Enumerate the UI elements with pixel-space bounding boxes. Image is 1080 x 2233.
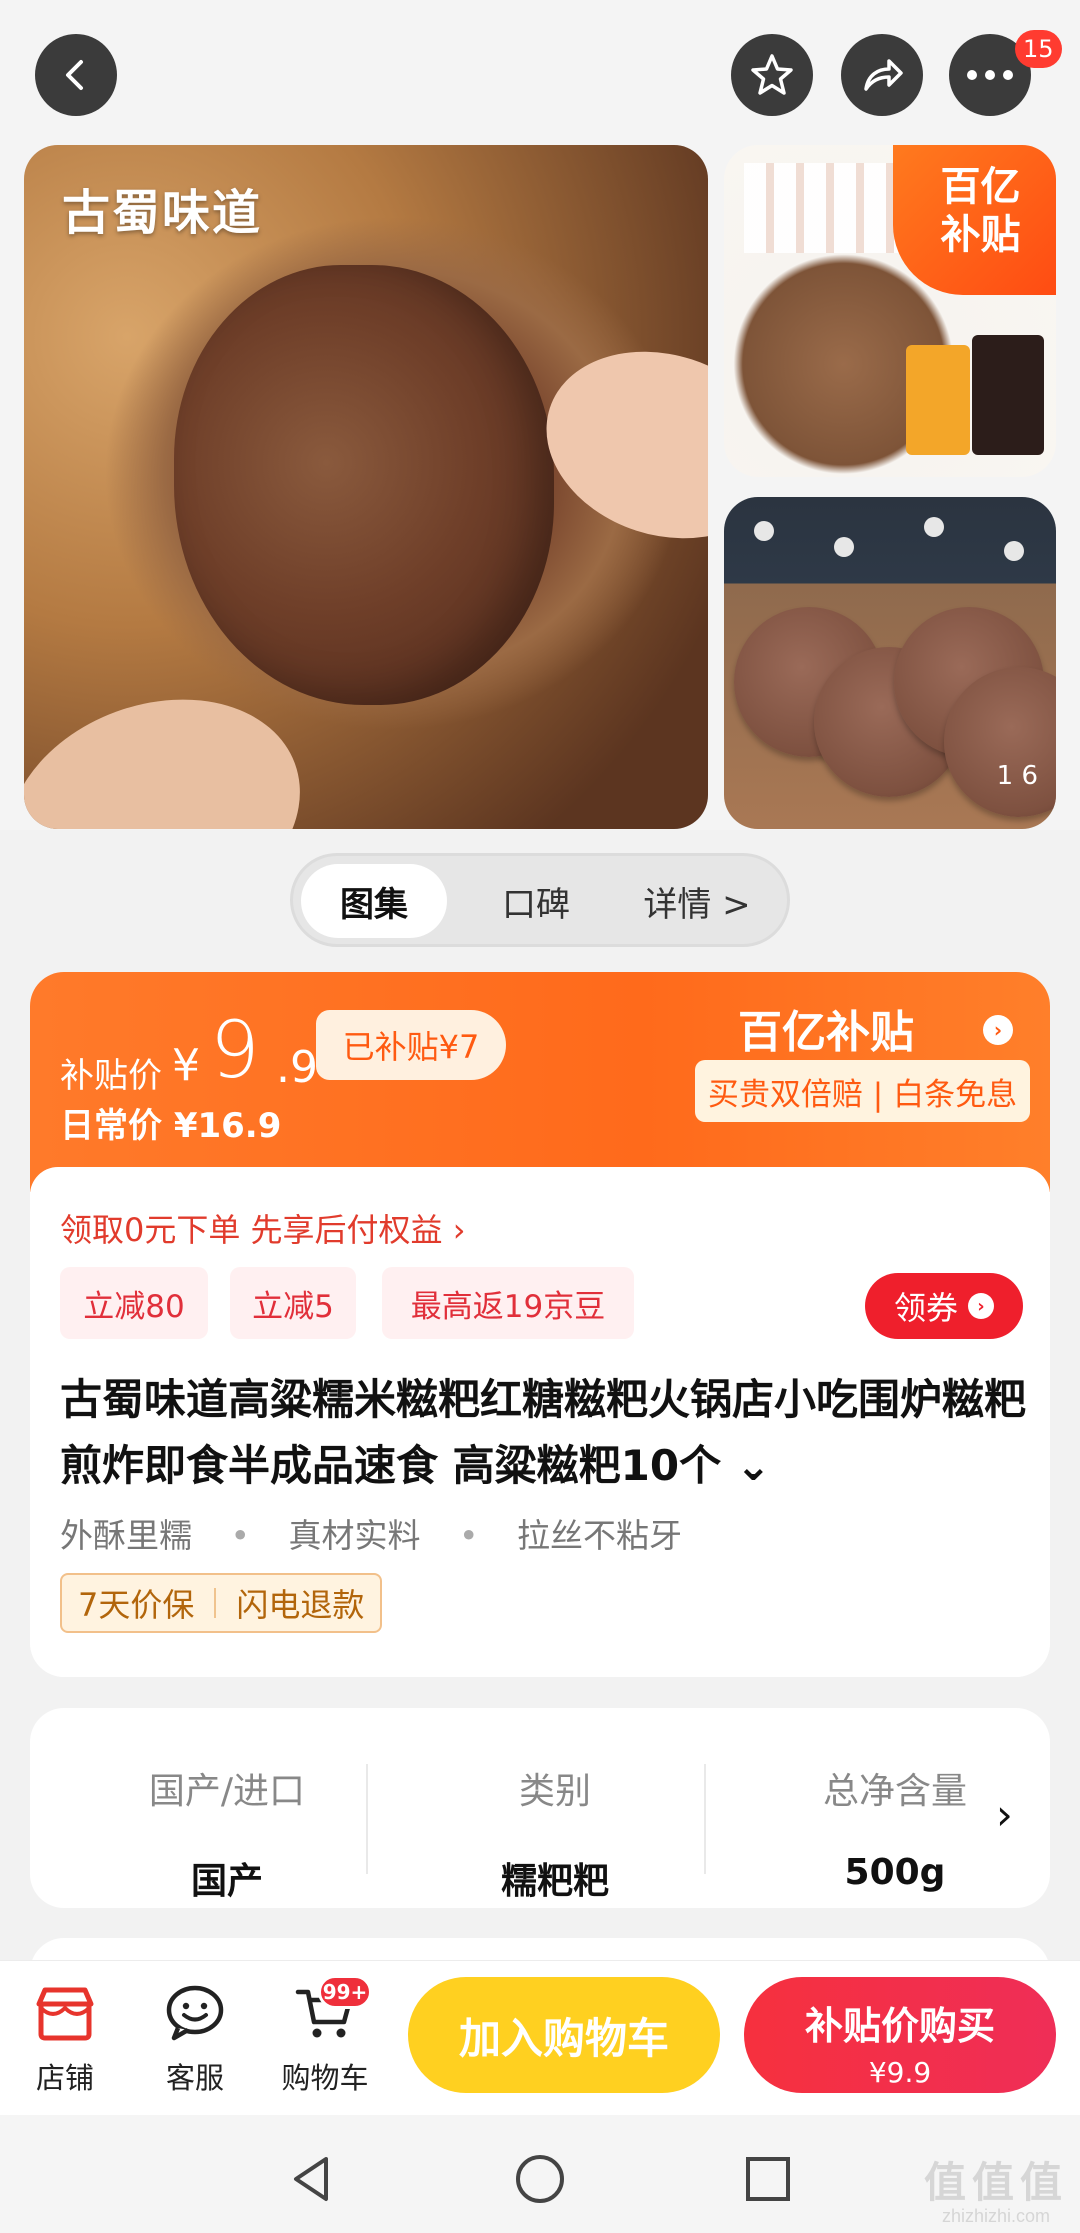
- cart-label: 购物车: [281, 2061, 369, 2095]
- feature-separator: •: [458, 1516, 479, 1555]
- customer-service-button[interactable]: 客服: [140, 1979, 250, 2097]
- price-card: 补贴价 ¥ 9 .9 已补贴¥7 日常价 ¥16.9 百亿补贴 › 买贵双倍赔 …: [30, 972, 1050, 1677]
- spec-key: 类别: [518, 1771, 591, 1812]
- discount-chip[interactable]: 立减5: [230, 1267, 356, 1339]
- chevron-right-icon[interactable]: ›: [983, 1015, 1013, 1045]
- price-header: 补贴价 ¥ 9 .9 已补贴¥7 日常价 ¥16.9 百亿补贴 › 买贵双倍赔 …: [30, 972, 1050, 1192]
- customer-service-label: 客服: [165, 2061, 224, 2095]
- brand-overlay: 古蜀味道: [62, 185, 263, 241]
- chevron-right-icon[interactable]: ›: [996, 1790, 1013, 1839]
- nav-back-icon[interactable]: [282, 2149, 342, 2209]
- spec-value: 500g: [844, 1852, 946, 1893]
- spec-origin: 国产/进口 国产: [62, 1762, 392, 1904]
- daily-price: 日常价 ¥16.9: [60, 1106, 282, 1146]
- cloth-flower: [754, 521, 774, 541]
- currency-symbol: ¥: [172, 1040, 200, 1091]
- spec-category: 类别 糯粑粑: [390, 1762, 720, 1904]
- buy-button-price: ¥9.9: [868, 2056, 932, 2089]
- price-protect-tag: 7天价保: [78, 1586, 195, 1624]
- watermark: 值值值 zhizhizhi.com: [924, 2149, 1068, 2227]
- chat-smile-icon: [140, 1979, 250, 2047]
- jingdou-chip[interactable]: 最高返19京豆: [382, 1267, 634, 1339]
- feature-item: 外酥里糯: [60, 1516, 192, 1555]
- spec-value: 国产: [190, 1861, 263, 1902]
- coupon-label: 领券: [893, 1289, 958, 1327]
- price-integer: 9: [210, 1006, 260, 1096]
- subsidy-program-badge[interactable]: 百亿补贴: [738, 996, 914, 1060]
- feature-separator: •: [230, 1516, 250, 1555]
- gallery-tabs: 图集 口碑 详情 >: [290, 853, 790, 947]
- watermark-logo: 值值值: [923, 2159, 1068, 2206]
- store-label: 店铺: [35, 2061, 94, 2095]
- product-info: 领取0元下单 先享后付权益 › 立减80 立减5 最高返19京豆 领券 › 古蜀…: [30, 1167, 1050, 1677]
- thumbnail-cakes-image[interactable]: 1 6: [724, 497, 1056, 829]
- spec-card[interactable]: 国产/进口 国产 类别 糯粑粑 总净含量 500g ›: [30, 1708, 1050, 1908]
- pay-later-promo[interactable]: 领取0元下单 先享后付权益 ›: [60, 1205, 466, 1251]
- thumbnail-package-image[interactable]: 百亿 补贴: [724, 145, 1056, 477]
- price-decimal: .9: [276, 1042, 318, 1093]
- discount-chip[interactable]: 立减80: [60, 1267, 208, 1339]
- nav-home-icon[interactable]: [510, 2149, 570, 2209]
- nav-recent-apps-icon[interactable]: [738, 2149, 798, 2209]
- store-button[interactable]: 店铺: [10, 1979, 120, 2097]
- fast-refund-tag: 闪电退款: [236, 1586, 365, 1624]
- add-to-cart-button[interactable]: 加入购物车: [408, 1977, 720, 2093]
- product-title[interactable]: 古蜀味道高粱糯米糍粑红糖糍粑火锅店小吃围炉糍粑煎炸即食半成品速食 高粱糍粑10个…: [60, 1367, 1030, 1499]
- favorite-button[interactable]: [731, 34, 813, 116]
- watermark-url: zhizhizhi.com: [941, 2206, 1051, 2226]
- buy-button-label: 补贴价购买: [804, 2004, 995, 2048]
- feature-list: 外酥里糯 • 真材实料 • 拉丝不粘牙: [60, 1509, 682, 1557]
- service-tags[interactable]: 7天价保 闪电退款: [60, 1573, 383, 1633]
- divider: [366, 1764, 368, 1874]
- share-icon: [864, 59, 903, 91]
- divider: [214, 1588, 217, 1618]
- tab-gallery[interactable]: 图集: [301, 864, 447, 938]
- brown-sugar-pack: [972, 335, 1044, 455]
- main-product-image[interactable]: 古蜀味道: [24, 145, 708, 829]
- chevron-left-icon: [66, 60, 83, 90]
- subsidy-badge-line1: 百亿: [940, 164, 1021, 210]
- subsidy-badge-line2: 补贴: [940, 212, 1021, 258]
- star-icon: [751, 54, 793, 95]
- tab-reviews[interactable]: 口碑: [471, 864, 601, 938]
- bottom-action-bar: 店铺 客服 购物车 99+ 加入购物车 补贴价购买 ¥9.9: [0, 1960, 1080, 2115]
- cake-image-detail: [174, 265, 554, 705]
- notification-badge: 15: [1015, 30, 1062, 68]
- image-counter: 1 6: [996, 761, 1038, 791]
- subsidy-price-label: 补贴价: [60, 1056, 162, 1096]
- back-button[interactable]: [35, 34, 117, 116]
- spec-value: 糯粑粑: [500, 1861, 609, 1902]
- top-bar: 15: [0, 30, 1080, 116]
- share-button[interactable]: [841, 34, 923, 116]
- system-navigation-bar: 值值值 zhizhizhi.com: [0, 2115, 1080, 2233]
- spec-key: 国产/进口: [148, 1771, 306, 1812]
- subsidy-amount-chip: 已补贴¥7: [316, 1010, 506, 1080]
- get-coupon-button[interactable]: 领券 ›: [865, 1273, 1023, 1339]
- cart-count-badge: 99+: [318, 1975, 372, 2009]
- divider: [704, 1764, 706, 1874]
- buy-now-button[interactable]: 补贴价购买 ¥9.9: [744, 1977, 1056, 2093]
- chevron-right-icon: ›: [968, 1293, 994, 1319]
- guarantee-banner[interactable]: 买贵双倍赔 | 白条免息: [695, 1060, 1030, 1122]
- subsidy-badge: 百亿 补贴: [893, 145, 1056, 295]
- store-icon: [10, 1979, 120, 2047]
- tab-details[interactable]: 详情 >: [617, 864, 777, 938]
- feature-item: 真材实料: [288, 1516, 421, 1555]
- product-gallery[interactable]: 古蜀味道 百亿 补贴 1 6: [0, 0, 1080, 830]
- feature-item: 拉丝不粘牙: [516, 1516, 682, 1555]
- cloth-flower: [834, 537, 854, 557]
- cloth-flower: [1004, 541, 1024, 561]
- more-dots-icon: [967, 70, 1013, 80]
- cloth-flower: [924, 517, 944, 537]
- soybean-powder-pack: [906, 345, 970, 455]
